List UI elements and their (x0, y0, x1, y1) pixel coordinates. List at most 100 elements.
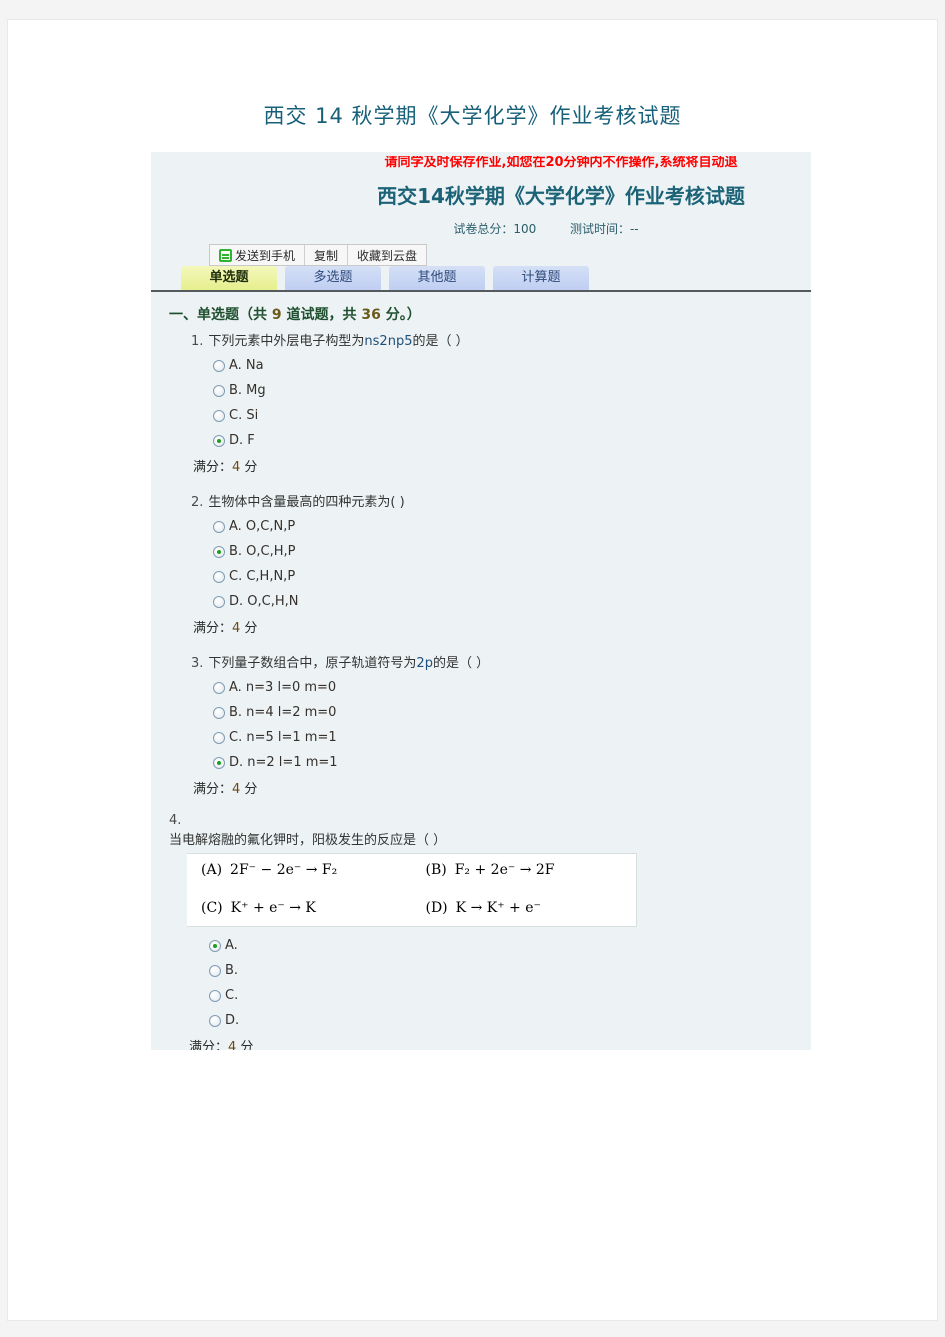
question-1-score: 满分：4 分 (193, 456, 811, 475)
radio-icon-selected[interactable] (213, 434, 225, 447)
option-row[interactable]: C. n=5 l=1 m=1 (213, 725, 811, 750)
radio-icon[interactable] (213, 520, 225, 533)
save-to-cloud-button[interactable]: 收藏到云盘 (348, 245, 427, 265)
option-label: B. (225, 963, 239, 978)
radio-icon[interactable] (209, 989, 221, 1002)
formula-c-text: K⁺ + e⁻ → K (230, 900, 316, 916)
option-row[interactable]: A. (209, 933, 811, 958)
option-row[interactable]: C. C,H,N,P (213, 564, 811, 589)
question-1-stem-post: 的是（ ） (412, 334, 469, 349)
radio-icon[interactable] (213, 731, 225, 744)
radio-icon[interactable] (209, 1014, 221, 1027)
option-row[interactable]: A. O,C,N,P (213, 514, 811, 539)
option-label: C. (225, 988, 239, 1003)
tab-calculation[interactable]: 计算题 (493, 266, 589, 290)
question-4-formula-image: (A) 2F⁻ − 2e⁻ → F₂ (B) F₂ + 2e⁻ → 2F (C) K⁺… (187, 853, 637, 927)
question-2-index: 2. (191, 495, 204, 510)
question-1-stem: 1. 下列元素中外层电子构型为ns2np5的是（ ） (191, 330, 811, 349)
option-row[interactable]: A. Na (213, 353, 811, 378)
radio-icon[interactable] (213, 384, 225, 397)
formula-d-text: K → K⁺ + e⁻ (455, 900, 541, 916)
option-row[interactable]: D. n=2 l=1 m=1 (213, 750, 811, 775)
copy-button[interactable]: 复制 (305, 245, 349, 265)
formula-row: (A) 2F⁻ − 2e⁻ → F₂ (B) F₂ + 2e⁻ → 2F (187, 862, 636, 878)
question-4-index: 4. (169, 813, 182, 828)
option-label: C. Si (229, 408, 259, 423)
question-3: 3. 下列量子数组合中，原子轨道符号为2p的是（ ） A. n=3 l=0 m=0… (191, 652, 811, 797)
question-3-stem-highlight: 2p (416, 656, 433, 671)
question-3-stem-pre: 下列量子数组合中，原子轨道符号为 (208, 656, 417, 671)
option-row[interactable]: B. Mg (213, 378, 811, 403)
radio-icon-selected[interactable] (213, 545, 225, 558)
section-heading: 一、单选题（共 9 道试题，共 36 分。） (169, 304, 421, 324)
question-4: 4. 当电解熔融的氟化钾时，阳极发生的反应是（ ） (A) 2F⁻ − 2e⁻ → … (169, 813, 811, 1050)
score-unit: 分 (240, 782, 258, 797)
question-3-score: 满分：4 分 (193, 778, 811, 797)
option-label: D. n=2 l=1 m=1 (229, 755, 338, 770)
page-title: 西交 14 秋学期《大学化学》作业考核试题 (263, 104, 682, 128)
formula-option-c: (C) K⁺ + e⁻ → K (187, 900, 412, 916)
question-1-stem-pre: 下列元素中外层电子构型为 (208, 334, 365, 349)
score-unit: 分 (236, 1040, 254, 1050)
radio-icon[interactable] (209, 964, 221, 977)
radio-icon[interactable] (213, 706, 225, 719)
option-label: A. Na (229, 358, 264, 373)
option-label: D. (225, 1013, 240, 1028)
radio-icon-selected[interactable] (209, 939, 221, 952)
score-label: 满分： (193, 782, 233, 797)
option-label: C. C,H,N,P (229, 569, 296, 584)
section-suffix: 分。） (380, 307, 421, 323)
option-row[interactable]: D. (209, 1008, 811, 1033)
question-1: 1. 下列元素中外层电子构型为ns2np5的是（ ） A. Na B. Mg C… (191, 330, 811, 475)
exam-toolbar: 发送到手机 复制 收藏到云盘 (209, 244, 428, 266)
section-middle: 道试题，共 (281, 307, 362, 323)
option-row[interactable]: B. (209, 958, 811, 983)
tab-multiple-choice[interactable]: 多选题 (285, 266, 381, 290)
send-to-phone-button[interactable]: 发送到手机 (210, 245, 306, 265)
question-3-index: 3. (191, 656, 204, 671)
option-row[interactable]: B. O,C,H,P (213, 539, 811, 564)
formula-b-label: (B) (425, 862, 447, 878)
option-row[interactable]: C. (209, 983, 811, 1008)
send-to-phone-icon (219, 248, 232, 262)
formula-d-label: (D) (425, 900, 448, 916)
radio-icon-selected[interactable] (213, 756, 225, 769)
question-2-stem: 2. 生物体中含量最高的四种元素为( ) (191, 491, 811, 510)
option-label: A. (225, 938, 238, 953)
question-4-stem-pre: 当电解熔融的氟化钾时，阳极发生的反应是（ ） (169, 833, 447, 848)
question-2-options: A. O,C,N,P B. O,C,H,P C. C,H,N,P D. O,C,… (213, 514, 811, 614)
formula-row: (C) K⁺ + e⁻ → K (D) K → K⁺ + e⁻ (187, 900, 636, 916)
question-4-score: 满分：4 分 (189, 1036, 811, 1050)
option-row[interactable]: B. n=4 l=2 m=0 (213, 700, 811, 725)
section-prefix: 一、单选题（共 (169, 307, 272, 323)
option-label: C. n=5 l=1 m=1 (229, 730, 337, 745)
score-unit: 分 (240, 460, 258, 475)
option-label: B. Mg (229, 383, 266, 398)
question-2-stem-pre: 生物体中含量最高的四种元素为( ) (208, 495, 405, 510)
option-row[interactable]: A. n=3 l=0 m=0 (213, 675, 811, 700)
test-time-label: 测试时间：-- (569, 222, 639, 236)
score-unit: 分 (240, 621, 258, 636)
radio-icon[interactable] (213, 409, 225, 422)
section-points: 36 (361, 307, 381, 323)
radio-icon[interactable] (213, 595, 225, 608)
send-to-phone-label: 发送到手机 (235, 248, 296, 263)
tab-single-choice[interactable]: 单选题 (181, 266, 277, 290)
total-score-label: 试卷总分：100 (453, 222, 537, 236)
option-row[interactable]: D. F (213, 428, 811, 453)
question-1-stem-highlight: ns2np5 (364, 334, 413, 349)
option-label: D. F (229, 433, 255, 448)
option-label: A. O,C,N,P (229, 519, 296, 534)
tab-divider (151, 290, 811, 292)
question-2: 2. 生物体中含量最高的四种元素为( ) A. O,C,N,P B. O,C,H,… (191, 491, 811, 636)
radio-icon[interactable] (213, 681, 225, 694)
tab-other-questions[interactable]: 其他题 (389, 266, 485, 290)
question-3-stem-post: 的是（ ） (432, 656, 490, 671)
option-row[interactable]: D. O,C,H,N (213, 589, 811, 614)
exam-content: 请同学及时保存作业,如您在20分钟内不作操作,系统将自动退 西交14秋学期《大学… (151, 152, 811, 1050)
option-label: B. O,C,H,P (229, 544, 296, 559)
radio-icon[interactable] (213, 570, 225, 583)
formula-b-text: F₂ + 2e⁻ → 2F (454, 862, 555, 878)
radio-icon[interactable] (213, 359, 225, 372)
option-row[interactable]: C. Si (213, 403, 811, 428)
